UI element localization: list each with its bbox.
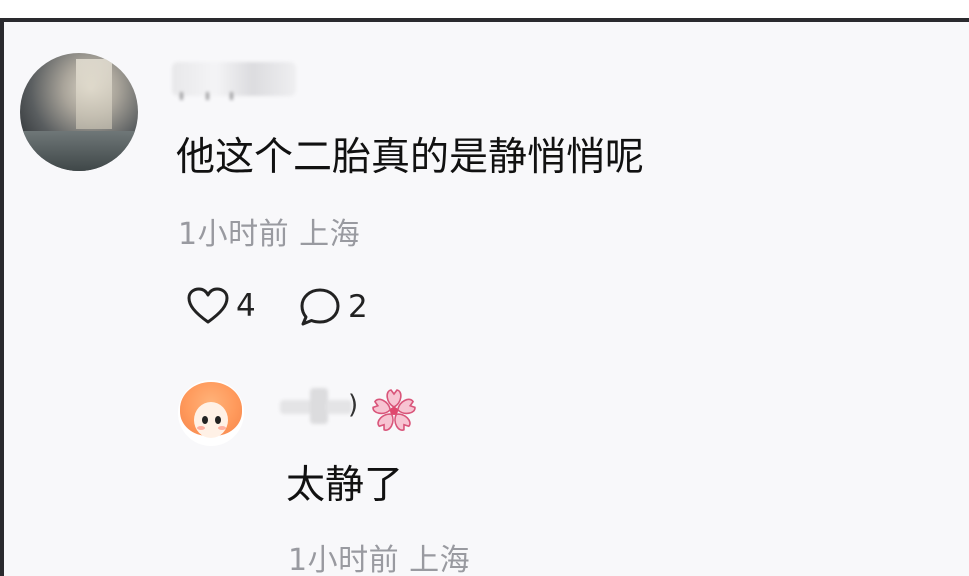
heart-outline-icon	[186, 286, 230, 326]
reply-user-avatar[interactable]	[178, 380, 244, 446]
avatar-face	[194, 402, 228, 438]
reply-username-blurred[interactable]	[280, 388, 352, 424]
user-avatar[interactable]	[20, 53, 138, 171]
comment-meta: 1小时前 上海	[178, 217, 361, 252]
avatar-floor	[20, 131, 138, 171]
like-count: 4	[236, 287, 256, 324]
reply-text: 太静了	[286, 463, 404, 508]
reply-username-tail: )	[348, 390, 359, 420]
reply-meta: 1小时前 上海	[288, 543, 471, 576]
speech-bubble-icon	[298, 286, 342, 328]
comment-text: 他这个二胎真的是静悄悄呢	[176, 135, 645, 180]
username-blurred[interactable]	[172, 62, 296, 100]
like-button[interactable]: 4	[186, 286, 256, 326]
avatar-window-light	[76, 59, 112, 129]
avatar-blush-right	[218, 426, 226, 430]
avatar-eye-left	[202, 416, 208, 424]
avatar-eye-right	[215, 416, 221, 424]
sakura-flower-icon	[370, 386, 418, 434]
reply-button[interactable]: 2	[298, 286, 368, 328]
left-border	[0, 18, 4, 576]
avatar-blush-left	[197, 426, 205, 430]
top-border	[0, 0, 969, 22]
reply-count: 2	[348, 288, 368, 325]
comment-screen: 他这个二胎真的是静悄悄呢 1小时前 上海 4 2 ) 太静了 1小时前 上海	[0, 0, 969, 576]
